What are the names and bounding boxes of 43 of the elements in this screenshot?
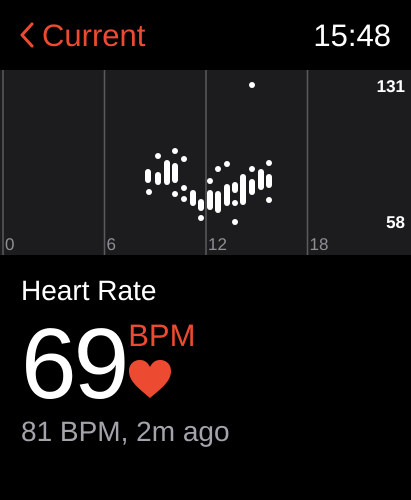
- range-bar: [266, 174, 272, 188]
- data-point: [172, 148, 178, 154]
- data-point: [249, 82, 255, 88]
- clock-time: 15:48: [313, 20, 391, 50]
- data-point: [181, 156, 187, 162]
- range-bar: [232, 182, 238, 193]
- range-bar: [164, 160, 170, 185]
- data-point: [181, 185, 187, 191]
- range-bar: [155, 172, 161, 185]
- range-bar: [145, 169, 151, 183]
- data-point: [266, 160, 272, 166]
- range-bar: [224, 184, 230, 206]
- metric-title: Heart Rate: [21, 274, 158, 308]
- axis-label: 58: [386, 213, 405, 232]
- axis-label: 12: [208, 235, 227, 254]
- range-bar: [190, 190, 196, 206]
- data-point: [266, 197, 272, 203]
- range-bar: [215, 191, 221, 213]
- range-bar: [258, 169, 264, 190]
- range-bar: [198, 199, 204, 211]
- data-point: [232, 200, 238, 206]
- range-bar: [249, 179, 255, 195]
- range-bar: [240, 174, 246, 205]
- data-point: [207, 178, 213, 184]
- data-point: [146, 189, 152, 195]
- chevron-left-icon: [20, 22, 34, 48]
- data-point: [232, 219, 238, 225]
- unit-label: BPM: [128, 319, 196, 353]
- data-point: [224, 161, 230, 167]
- data-point: [155, 153, 161, 159]
- range-bar: [172, 163, 178, 183]
- axis-label: 6: [106, 235, 116, 254]
- axis-label: 0: [5, 235, 14, 254]
- axis-label: 131: [376, 77, 405, 96]
- back-link[interactable]: Current: [20, 20, 146, 50]
- data-point: [249, 166, 255, 172]
- data-point: [172, 191, 178, 197]
- range-bar: [207, 190, 213, 210]
- data-point: [181, 196, 187, 202]
- data-point: [198, 215, 204, 221]
- heart-icon: [128, 359, 172, 399]
- data-point: [215, 166, 221, 172]
- axis-label: 18: [310, 235, 328, 254]
